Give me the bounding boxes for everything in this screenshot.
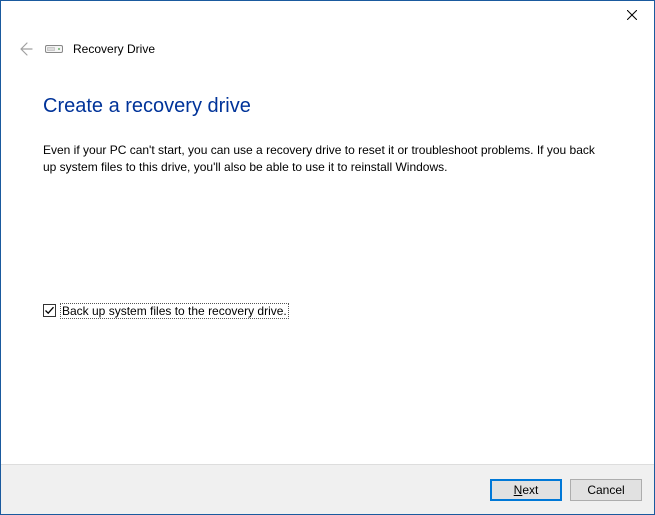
recovery-drive-window: Recovery Drive Create a recovery drive E… [0,0,655,515]
close-button[interactable] [609,1,654,29]
page-description: Even if your PC can't start, you can use… [43,142,598,177]
cancel-button-label: Cancel [587,483,624,497]
back-button[interactable] [15,39,35,59]
wizard-content: Create a recovery drive Even if your PC … [1,59,654,464]
back-arrow-icon [17,41,33,57]
next-button-label: Next [514,483,539,497]
window-title: Recovery Drive [73,42,155,56]
backup-checkbox-row: Back up system files to the recovery dri… [43,303,612,319]
close-icon [627,10,637,20]
page-heading: Create a recovery drive [43,95,612,118]
next-button[interactable]: Next [490,479,562,501]
cancel-button[interactable]: Cancel [570,479,642,501]
checkmark-icon [44,305,55,316]
titlebar [1,1,654,31]
drive-icon [45,42,63,56]
backup-checkbox[interactable] [43,304,56,317]
backup-checkbox-label[interactable]: Back up system files to the recovery dri… [60,303,289,319]
wizard-footer: Next Cancel [1,464,654,514]
wizard-header: Recovery Drive [1,31,654,59]
